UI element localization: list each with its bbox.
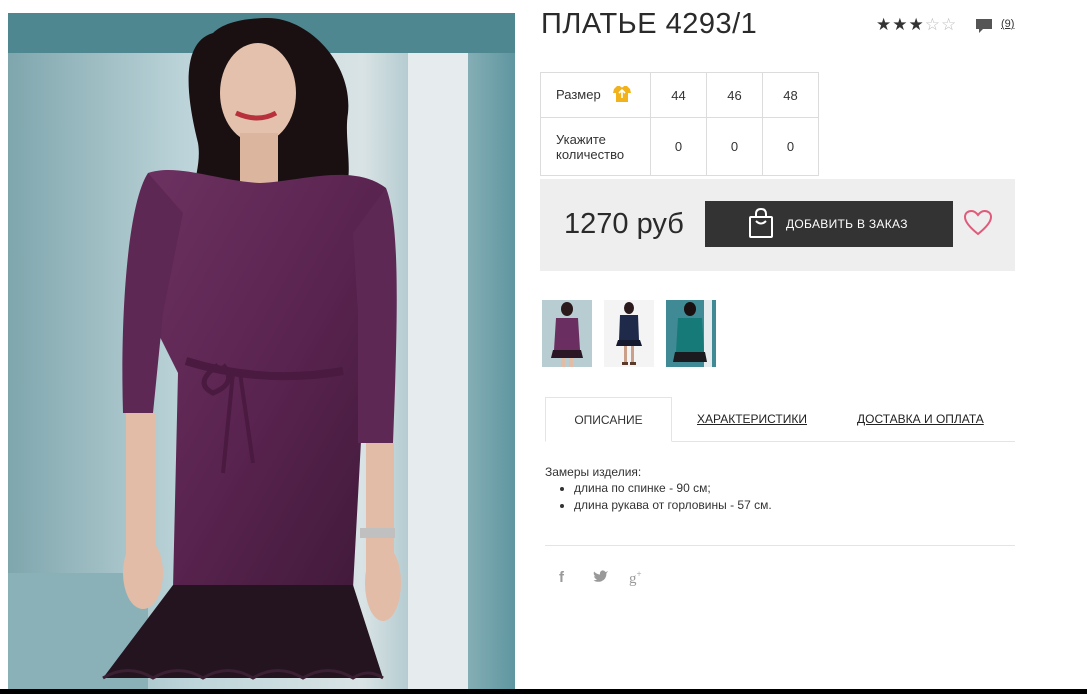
twitter-icon[interactable] xyxy=(593,569,609,587)
description-item: длина рукава от горловины - 57 см. xyxy=(574,497,772,514)
page-bottom-edge xyxy=(0,689,1087,694)
tab-delivery-payment[interactable]: ДОСТАВКА И ОПЛАТА xyxy=(857,412,984,426)
quantity-input-44[interactable]: 0 xyxy=(650,117,707,176)
description-item: длина по спинке - 90 см; xyxy=(574,480,772,497)
add-to-order-button[interactable]: ДОБАВИТЬ В ЗАКАЗ xyxy=(705,201,953,247)
thumbnail-navy[interactable] xyxy=(604,300,654,367)
google-plus-icon[interactable]: g+ xyxy=(629,569,642,588)
description-list: длина по спинке - 90 см; длина рукава от… xyxy=(558,480,772,514)
size-option-44[interactable]: 44 xyxy=(650,72,707,118)
product-price: 1270 руб xyxy=(564,208,684,240)
rating-stars[interactable]: ★ ★ ★ ☆ ☆ xyxy=(876,15,956,35)
star-empty-icon[interactable]: ☆ xyxy=(941,15,956,35)
quantity-label: Укажите количество xyxy=(540,117,651,176)
facebook-icon[interactable]: f xyxy=(559,569,564,586)
description-divider xyxy=(545,545,1015,546)
size-quantity-table: Размер 44 46 48 Укажите количество 0 0 0 xyxy=(540,72,819,176)
product-title: ПЛАТЬЕ 4293/1 xyxy=(541,8,758,40)
star-filled-icon[interactable]: ★ xyxy=(876,15,891,35)
comment-icon[interactable] xyxy=(975,18,993,35)
favorite-heart-icon[interactable] xyxy=(963,209,993,241)
review-count-link[interactable]: (9) xyxy=(1001,18,1014,30)
tab-description[interactable]: ОПИСАНИЕ xyxy=(545,397,672,442)
size-guide-icon[interactable] xyxy=(612,85,632,106)
star-filled-icon[interactable]: ★ xyxy=(892,15,907,35)
size-option-48[interactable]: 48 xyxy=(762,72,819,118)
star-empty-icon[interactable]: ☆ xyxy=(925,15,940,35)
shopping-bag-icon xyxy=(748,207,774,241)
thumbnail-purple[interactable] xyxy=(542,300,592,367)
size-row: Размер 44 46 48 xyxy=(540,72,819,118)
quantity-row: Укажите количество 0 0 0 xyxy=(540,117,819,176)
price-box: 1270 руб ДОБАВИТЬ В ЗАКАЗ xyxy=(540,179,1015,271)
page-left-edge xyxy=(0,0,8,694)
size-option-46[interactable]: 46 xyxy=(706,72,763,118)
thumbnail-teal[interactable] xyxy=(666,300,716,367)
description-title: Замеры изделия: xyxy=(545,465,642,479)
quantity-input-48[interactable]: 0 xyxy=(762,117,819,176)
quantity-input-46[interactable]: 0 xyxy=(706,117,763,176)
size-label-cell: Размер xyxy=(540,72,651,118)
add-to-order-label: ДОБАВИТЬ В ЗАКАЗ xyxy=(786,217,908,231)
main-product-image[interactable] xyxy=(8,13,515,690)
quantity-label-line1: Укажите xyxy=(556,131,606,147)
star-filled-icon[interactable]: ★ xyxy=(909,15,924,35)
size-label: Размер xyxy=(556,86,601,102)
tab-characteristics[interactable]: ХАРАКТЕРИСТИКИ xyxy=(697,412,807,426)
quantity-label-line2: количество xyxy=(556,146,625,162)
